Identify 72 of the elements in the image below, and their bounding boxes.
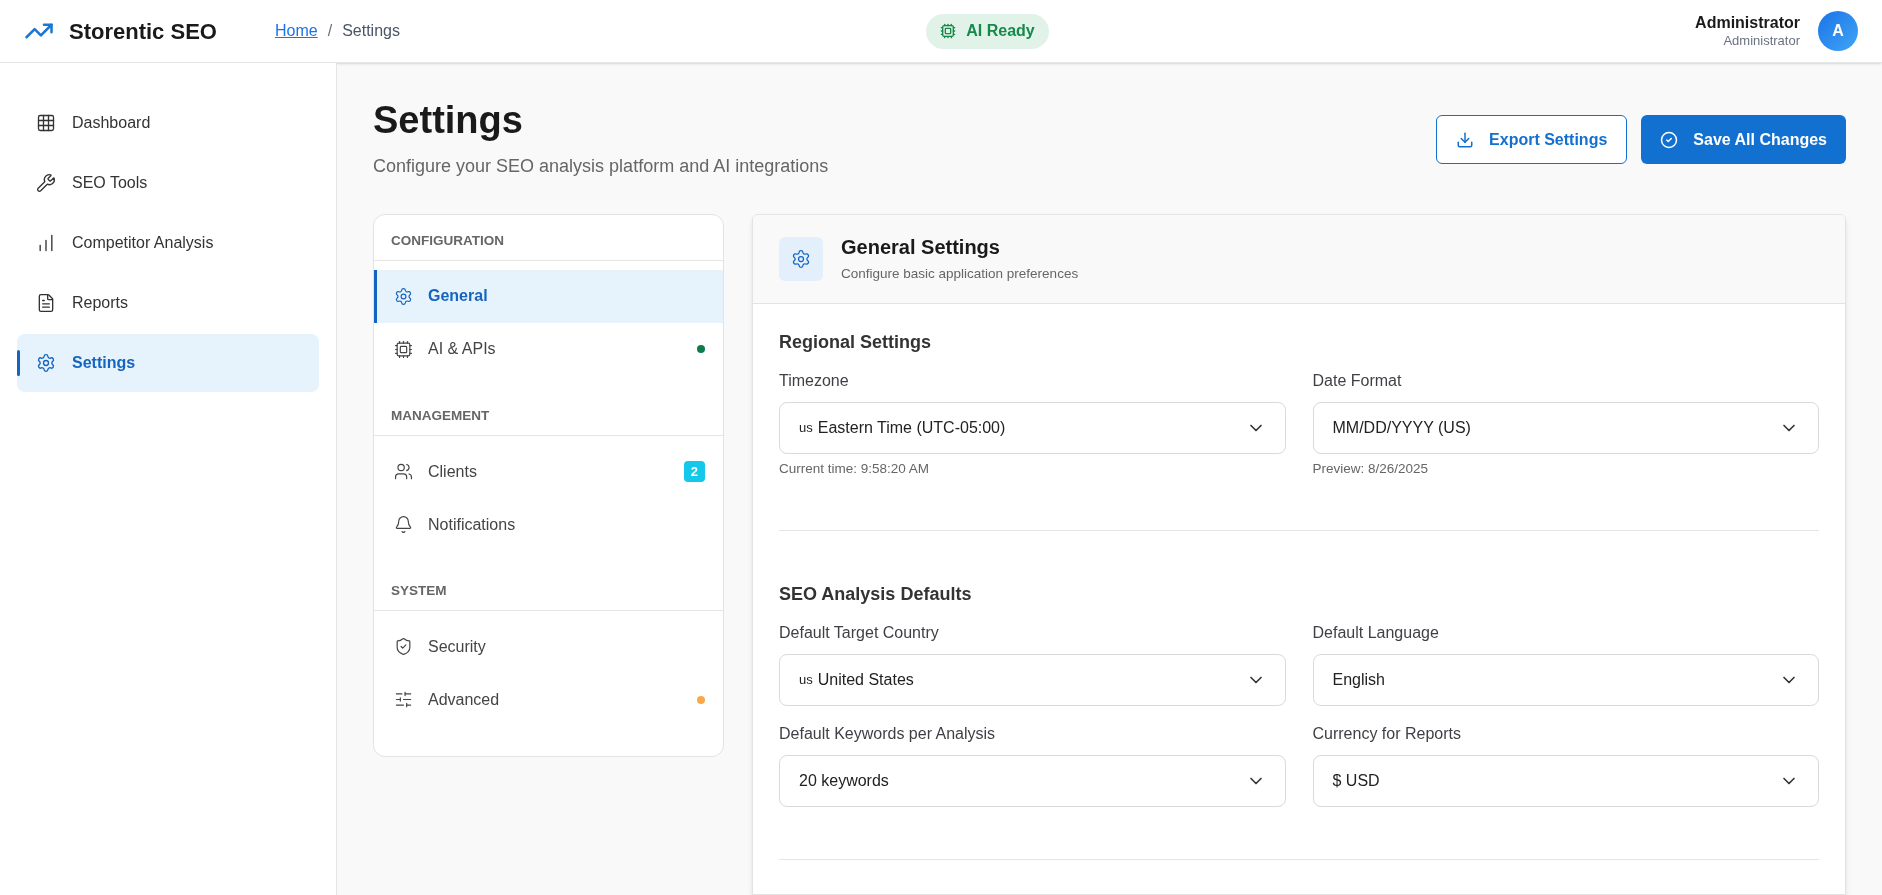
select-field[interactable]: us United States [779,653,1286,706]
sidebar-item[interactable]: Reports [17,274,319,332]
settings-nav-item[interactable]: Advanced [374,673,723,727]
nav-item-label: Security [428,636,487,657]
user-role: Administrator [1723,32,1800,50]
sliders-icon [394,690,413,710]
nav-item-label: Advanced [428,689,501,710]
panel-title: General Settings [841,235,1001,261]
page-title: Settings [373,98,524,143]
field-hint: Current time: 9:58:20 AM [779,459,931,478]
section-title: Regional Settings [779,330,932,354]
chip-icon [940,23,957,39]
field-label: Timezone [779,370,850,391]
status-badge: AI Ready [926,13,1049,49]
select-value: $ USD [1332,770,1381,791]
sidebar-item[interactable]: Settings [17,334,319,392]
field-label: Default Target Country [779,622,940,643]
settings-nav-item[interactable]: Clients 2 [374,445,723,498]
count-badge: 2 [683,460,705,483]
select-value: Eastern Time (UTC-05:00) [817,417,1007,438]
select-value: 20 keywords [799,770,890,791]
field-hint: Preview: 8/26/2025 [1312,459,1430,478]
chip-icon [394,339,413,359]
settings-nav-item[interactable]: General [374,269,723,323]
select-field[interactable]: 20 keywords [779,754,1286,807]
save-button[interactable]: Save All Changes [1641,115,1846,164]
download-icon [1456,130,1475,149]
select-field[interactable]: us Eastern Time (UTC-05:00) [779,401,1286,454]
brand-name: Storentic SEO [69,17,218,46]
nav-item-label: AI & APIs [428,339,497,360]
sidebar-item[interactable]: SEO Tools [17,154,319,212]
nav-group-title: MANAGEMENT [374,401,723,436]
document-icon [36,293,56,313]
export-button[interactable]: Export Settings [1436,115,1628,164]
settings-icon [394,286,413,306]
settings-icon [779,236,823,281]
users-icon [394,462,413,481]
field-label: Default Language [1312,622,1440,643]
shield-icon [394,637,413,657]
sidebar-item[interactable]: Dashboard [17,94,319,152]
grid-icon [36,113,56,133]
page-subtitle: Configure your SEO analysis platform and AI integrations [373,154,830,178]
flag-code: us [799,418,813,437]
breadcrumb-current: Settings [342,21,400,41]
settings-icon [36,353,56,373]
panel-subtitle: Configure basic application preferences [841,265,1079,284]
field-label: Currency for Reports [1312,723,1462,744]
breadcrumb-separator: / [327,21,333,41]
select-value: United States [817,669,915,690]
field-label: Date Format [1312,370,1403,391]
nav-group-title: SYSTEM [374,577,723,612]
wrench-icon [36,173,56,193]
nav-item-label: General [428,286,489,307]
settings-nav-item[interactable]: Security [374,620,723,674]
flag-code: us [799,671,813,689]
nav-item-label: Clients [428,461,478,482]
field-label: Default Keywords per Analysis [779,723,997,744]
bell-icon [394,515,413,534]
nav-group-title: CONFIGURATION [374,226,723,261]
select-field[interactable]: English [1312,653,1819,706]
nav-item-label: Notifications [428,514,517,535]
user-name: Administrator [1695,12,1800,33]
breadcrumb-link[interactable]: Home [275,19,318,43]
settings-nav-item[interactable]: AI & APIs [374,322,723,376]
select-field[interactable]: MM/DD/YYYY (US) [1312,401,1819,454]
settings-nav-item[interactable]: Notifications [374,498,723,551]
section-title: SEO Analysis Defaults [779,582,973,606]
check-circle-icon [1660,130,1679,149]
select-field[interactable]: $ USD [1312,754,1819,807]
sidebar-item[interactable]: Competitor Analysis [17,214,319,272]
select-value: MM/DD/YYYY (US) [1332,417,1472,438]
select-value: English [1332,669,1386,690]
